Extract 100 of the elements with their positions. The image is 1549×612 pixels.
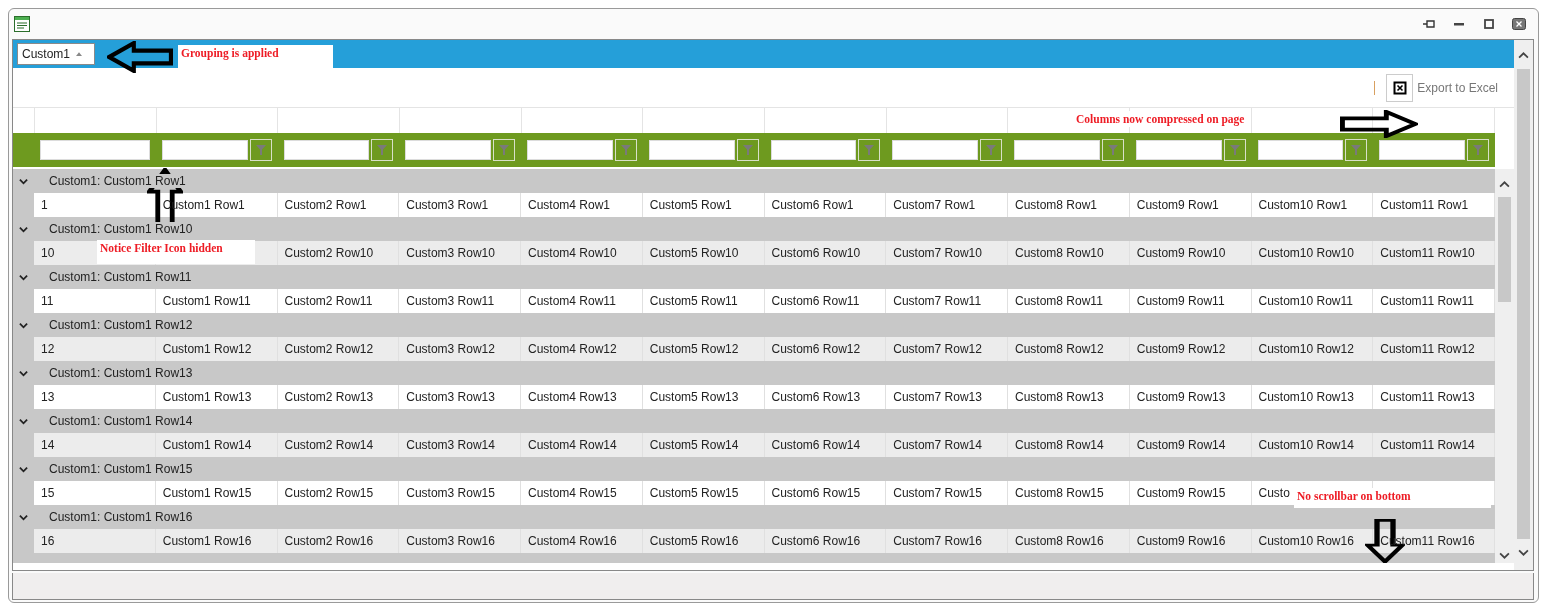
sort-ascending-icon bbox=[76, 52, 83, 56]
table-cell: Custom3 Row12 bbox=[406, 342, 495, 356]
table-row[interactable]: 12 Custom1 Row12 Custom2 Row12 Custom3 Row12 Custom4 Row12 Custom5 Row12 Custom6 Row12 Custom7 Row12 Custom8 Row12 Custom9 Row12 Custom10 Row12 Custom11 Row12 bbox=[34, 337, 1495, 361]
filter-field[interactable] bbox=[405, 140, 491, 160]
filter-field[interactable] bbox=[527, 140, 613, 160]
group-header: Custom1: Custom1 Row13 bbox=[49, 366, 193, 380]
table-cell: Custom2 Row13 bbox=[284, 390, 374, 404]
filter-button[interactable] bbox=[371, 139, 394, 161]
group-row[interactable]: Custom1: Custom1 Row16 bbox=[13, 505, 1495, 529]
table-cell: Custom1 Row12 bbox=[162, 342, 252, 356]
table-cell: Custom10 Row11 bbox=[1258, 294, 1353, 308]
table-cell: 13 bbox=[41, 390, 55, 404]
table-cell: Custom9 Row13 bbox=[1136, 390, 1226, 404]
table-cell: Custom9 Row12 bbox=[1136, 342, 1226, 356]
vertical-scrollbar[interactable] bbox=[1514, 40, 1533, 570]
table-cell: 16 bbox=[41, 534, 55, 548]
group-row[interactable]: Custom1: Custom1 Row10 bbox=[13, 217, 1495, 241]
table-cell: Custom5 Row11 bbox=[649, 294, 738, 308]
table-cell: Custom7 Row1 bbox=[893, 198, 976, 212]
filter-button[interactable] bbox=[493, 139, 515, 161]
group-row[interactable]: Custom1: Custom1 Row14 bbox=[13, 409, 1495, 433]
group-field-dropdown[interactable]: Custom1 bbox=[17, 43, 95, 65]
table-row[interactable]: 14 Custom1 Row14 Custom2 Row14 Custom3 Row14 Custom4 Row14 Custom5 Row14 Custom6 Row14 Custom7 Row14 Custom8 Row14 Custom9 Row14 Custom10 Row14 Custom11 Row14 bbox=[34, 433, 1495, 457]
filter-field[interactable] bbox=[40, 140, 150, 160]
pin-icon[interactable] bbox=[1422, 19, 1436, 29]
filter-field[interactable] bbox=[770, 140, 857, 160]
table-cell: Custom7 Row10 bbox=[893, 246, 982, 260]
scroll-down-icon[interactable] bbox=[1499, 552, 1510, 559]
chevron-down-icon[interactable] bbox=[19, 416, 28, 426]
table-cell: 12 bbox=[41, 342, 55, 356]
table-cell: Custom4 Row15 bbox=[528, 486, 617, 500]
filter-button[interactable] bbox=[736, 139, 759, 161]
table-cell: Custom11 Row10 bbox=[1380, 246, 1475, 260]
table-cell: Custom7 Row13 bbox=[893, 390, 982, 404]
table-cell: Custom5 Row13 bbox=[649, 390, 739, 404]
chevron-down-icon[interactable] bbox=[19, 512, 28, 522]
table-cell: Custom11 Row1 bbox=[1380, 198, 1469, 212]
scroll-up-icon[interactable] bbox=[1499, 181, 1510, 188]
group-row[interactable]: Custom1: Custom1 Row12 bbox=[13, 313, 1495, 337]
vertical-scrollbar[interactable] bbox=[1495, 169, 1514, 563]
table-cell: 14 bbox=[41, 438, 55, 452]
export-label[interactable]: Export to Excel bbox=[1417, 80, 1498, 95]
filter-field[interactable] bbox=[161, 140, 248, 160]
table-row[interactable]: 11 Custom1 Row11 Custom2 Row11 Custom3 Row11 Custom4 Row11 Custom5 Row11 Custom6 Row11 Custom7 Row11 Custom8 Row11 Custom9 Row11 Custom10 Row11 Custom11 Row11 bbox=[34, 289, 1495, 313]
table-cell: Custom3 Row16 bbox=[406, 534, 495, 548]
scroll-up-icon[interactable] bbox=[1518, 52, 1529, 59]
table-cell: Custom6 Row12 bbox=[771, 342, 861, 356]
filter-button[interactable] bbox=[249, 139, 272, 161]
filter-field[interactable] bbox=[1135, 140, 1222, 160]
filter-button[interactable] bbox=[1345, 139, 1368, 161]
filter-button[interactable] bbox=[614, 139, 637, 161]
chevron-down-icon[interactable] bbox=[19, 176, 28, 186]
annotation-tooltip: Grouping is applied bbox=[178, 45, 333, 68]
scroll-down-icon[interactable] bbox=[1518, 549, 1529, 556]
table-cell: Custom8 Row12 bbox=[1015, 342, 1104, 356]
export-icon-button[interactable] bbox=[1386, 73, 1414, 102]
table-cell: Custo bbox=[1258, 486, 1290, 500]
filter-field[interactable] bbox=[648, 140, 735, 160]
table-cell: Custom9 Row15 bbox=[1136, 486, 1226, 500]
table-cell: Custom2 Row1 bbox=[284, 198, 367, 212]
table-cell: Custom6 Row14 bbox=[771, 438, 861, 452]
table-cell: Custom4 Row13 bbox=[528, 390, 617, 404]
left-arrow-icon bbox=[107, 41, 173, 73]
table-row[interactable]: 13 Custom1 Row13 Custom2 Row13 Custom3 Row13 Custom4 Row13 Custom5 Row13 Custom6 Row13 Custom7 Row13 Custom8 Row13 Custom9 Row13 Custom10 Row13 Custom11 Row13 bbox=[34, 385, 1495, 409]
filter-field[interactable] bbox=[892, 140, 978, 160]
filter-button[interactable] bbox=[980, 139, 1002, 161]
table-cell: Custom6 Row13 bbox=[771, 390, 861, 404]
scrollbar-thumb[interactable] bbox=[1517, 69, 1530, 539]
filter-button[interactable] bbox=[1101, 139, 1124, 161]
filter-icon bbox=[377, 145, 388, 155]
filter-button[interactable] bbox=[1467, 139, 1489, 161]
filter-field[interactable] bbox=[1257, 140, 1344, 160]
group-header: Custom1: Custom1 Row14 bbox=[49, 414, 193, 428]
chevron-down-icon[interactable] bbox=[19, 272, 28, 282]
maximize-icon[interactable] bbox=[1482, 19, 1496, 29]
table-cell: Custom9 Row1 bbox=[1136, 198, 1219, 212]
table-cell: Custom3 Row14 bbox=[406, 438, 495, 452]
table-cell: Custom8 Row15 bbox=[1015, 486, 1104, 500]
group-row[interactable]: Custom1: Custom1 Row15 bbox=[13, 457, 1495, 481]
close-icon[interactable] bbox=[1512, 18, 1526, 30]
table-cell: Custom4 Row10 bbox=[528, 246, 617, 260]
chevron-down-icon[interactable] bbox=[19, 320, 28, 330]
filter-field[interactable] bbox=[1379, 140, 1465, 160]
table-cell: Custom9 Row14 bbox=[1136, 438, 1226, 452]
chevron-down-icon[interactable] bbox=[19, 368, 28, 378]
table-cell: Custom8 Row13 bbox=[1015, 390, 1104, 404]
group-row[interactable]: Custom1: Custom1 Row1 bbox=[13, 169, 1495, 193]
table-cell: Custom10 Row14 bbox=[1258, 438, 1354, 452]
filter-icon bbox=[620, 145, 631, 155]
chevron-down-icon[interactable] bbox=[19, 464, 28, 474]
group-row[interactable]: Custom1: Custom1 Row13 bbox=[13, 361, 1495, 385]
scrollbar-thumb[interactable] bbox=[1498, 197, 1511, 302]
filter-icon bbox=[1229, 145, 1240, 155]
filter-button[interactable] bbox=[1223, 139, 1246, 161]
group-row[interactable]: Custom1: Custom1 Row11 bbox=[13, 265, 1495, 289]
table-cell: Custom8 Row16 bbox=[1015, 534, 1104, 548]
chevron-down-icon[interactable] bbox=[19, 224, 28, 234]
filter-field[interactable] bbox=[283, 140, 370, 160]
filter-field[interactable] bbox=[1014, 140, 1100, 160]
filter-button[interactable] bbox=[858, 139, 881, 161]
